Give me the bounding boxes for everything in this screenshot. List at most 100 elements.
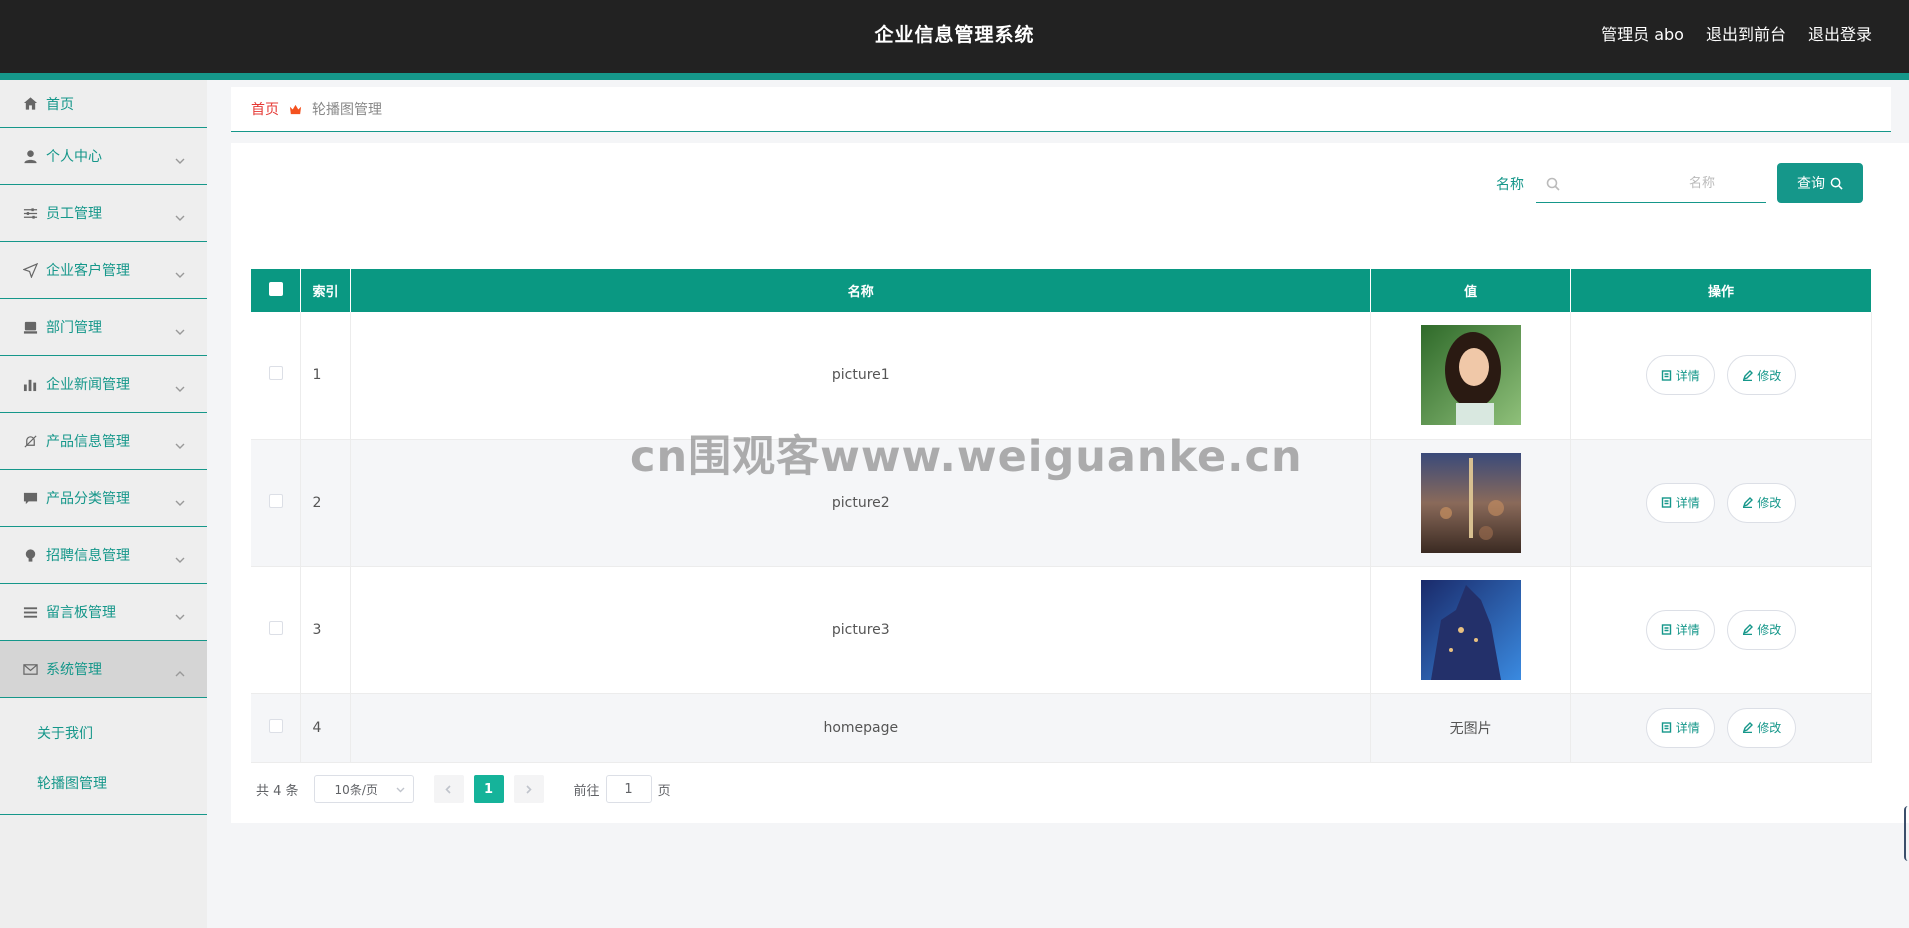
prev-page-button[interactable] <box>433 775 464 803</box>
row-index: 1 <box>300 312 352 440</box>
side-drawer-handle[interactable] <box>1904 806 1909 861</box>
sidebar-item-label: 招聘信息管理 <box>46 548 130 564</box>
carousel-image-thumbnail[interactable] <box>1420 325 1521 426</box>
back-to-frontend-link[interactable]: 退出到前台 <box>1706 21 1786 45</box>
row-actions-cell: 详情 修改 <box>1570 693 1872 763</box>
table-header-row: 索引 名称 值 操作 <box>251 269 1872 312</box>
pagination-total: 共 4 条 <box>256 783 299 799</box>
sidebar-item-recruitment[interactable]: 招聘信息管理 <box>0 527 207 584</box>
sidebar-item-news[interactable]: 企业新闻管理 <box>0 356 207 413</box>
logout-link[interactable]: 退出登录 <box>1808 21 1872 45</box>
edit-button[interactable]: 修改 <box>1727 482 1797 523</box>
chevron-down-icon <box>175 607 185 620</box>
edit-button-label: 修改 <box>1757 496 1782 510</box>
data-table: 索引 名称 值 操作 1 picture1 详情 修改 2 picture2 详… <box>251 269 1872 763</box>
row-index: 2 <box>300 439 352 567</box>
row-select-cell <box>251 693 302 763</box>
column-header-name: 名称 <box>350 269 1372 312</box>
crown-icon <box>289 103 302 116</box>
row-checkbox[interactable] <box>268 620 283 635</box>
row-select-cell <box>251 566 302 694</box>
edit-button[interactable]: 修改 <box>1727 355 1797 396</box>
detail-button-label: 详情 <box>1675 368 1700 383</box>
detail-button[interactable]: 详情 <box>1645 355 1715 396</box>
sidebar-item-message-board[interactable]: 留言板管理 <box>0 584 207 641</box>
document-icon <box>1661 497 1671 508</box>
document-icon <box>1661 624 1671 635</box>
sidebar-item-employee[interactable]: 员工管理 <box>0 185 207 242</box>
page-size-select[interactable]: 10条/页 <box>313 775 414 803</box>
chevron-down-icon <box>175 208 185 221</box>
sliders-icon <box>22 205 38 221</box>
row-value-cell <box>1370 312 1572 440</box>
detail-button-label: 详情 <box>1675 496 1700 510</box>
sidebar: 首页 个人中心 员工管理 企业客户管理 部门管理 企业新闻管理 产品信息管理 产… <box>0 80 207 928</box>
carousel-image-thumbnail[interactable] <box>1420 452 1521 553</box>
row-checkbox[interactable] <box>268 718 283 733</box>
sidebar-item-label: 个人中心 <box>46 149 102 165</box>
select-all-checkbox[interactable] <box>268 281 283 296</box>
sidebar-item-home[interactable]: 首页 <box>0 80 207 128</box>
carousel-image-thumbnail[interactable] <box>1420 579 1521 680</box>
edit-button-label: 修改 <box>1757 368 1782 383</box>
document-icon <box>1661 370 1671 381</box>
goto-page: 前往 页 <box>574 775 671 803</box>
row-actions-cell: 详情 修改 <box>1570 439 1872 567</box>
sidebar-item-products[interactable]: 产品信息管理 <box>0 413 207 470</box>
detail-button[interactable]: 详情 <box>1645 707 1715 748</box>
sidebar-item-system[interactable]: 系统管理 <box>0 641 207 698</box>
search-icon <box>1546 176 1560 191</box>
sidebar-item-personal-center[interactable]: 个人中心 <box>0 128 207 185</box>
system-submenu: 关于我们 轮播图管理 <box>0 698 207 815</box>
row-checkbox[interactable] <box>268 493 283 508</box>
row-value-cell <box>1370 566 1572 694</box>
detail-button[interactable]: 详情 <box>1645 609 1715 650</box>
detail-button-label: 详情 <box>1675 721 1700 735</box>
sidebar-item-label: 系统管理 <box>46 662 102 678</box>
chevron-down-icon <box>175 265 185 278</box>
goto-page-input[interactable] <box>605 775 652 803</box>
query-button[interactable]: 查询 <box>1777 163 1863 203</box>
table-row: 1 picture1 详情 修改 <box>251 312 1872 440</box>
row-name: picture3 <box>350 566 1372 694</box>
bell-off-icon <box>22 433 38 449</box>
edit-button[interactable]: 修改 <box>1727 707 1797 748</box>
admin-user-link[interactable]: 管理员 abo <box>1601 21 1684 45</box>
row-checkbox[interactable] <box>268 366 283 381</box>
next-page-button[interactable] <box>513 775 544 803</box>
chevron-down-icon <box>175 436 185 449</box>
sidebar-item-product-category[interactable]: 产品分类管理 <box>0 470 207 527</box>
row-actions-cell: 详情 修改 <box>1570 566 1872 694</box>
top-header: 企业信息管理系统 管理员 abo 退出到前台 退出登录 <box>0 0 1909 73</box>
sidebar-item-label: 产品分类管理 <box>46 491 130 507</box>
search-label: 名称 <box>1496 177 1524 193</box>
edit-button-label: 修改 <box>1757 623 1782 637</box>
page-number-current[interactable]: 1 <box>473 775 504 803</box>
search-input[interactable] <box>1560 175 1740 191</box>
table-row: 2 picture2 详情 修改 <box>251 439 1872 567</box>
chevron-down-icon <box>175 322 185 335</box>
sidebar-subitem-about[interactable]: 关于我们 <box>0 708 207 758</box>
pencil-icon <box>1743 722 1754 733</box>
row-name: picture2 <box>350 439 1372 567</box>
row-value-text: 无图片 <box>1370 693 1572 763</box>
sidebar-subitem-carousel[interactable]: 轮播图管理 <box>0 758 207 808</box>
chat-icon <box>22 490 38 506</box>
detail-button[interactable]: 详情 <box>1645 482 1715 523</box>
sidebar-item-department[interactable]: 部门管理 <box>0 299 207 356</box>
breadcrumb-current: 轮播图管理 <box>312 102 382 118</box>
search-icon <box>1830 177 1843 190</box>
edit-button[interactable]: 修改 <box>1727 609 1797 650</box>
row-index: 4 <box>300 693 352 763</box>
chevron-left-icon <box>445 784 451 794</box>
row-value-cell <box>1370 439 1572 567</box>
sidebar-item-label: 员工管理 <box>46 206 102 222</box>
sidebar-item-customers[interactable]: 企业客户管理 <box>0 242 207 299</box>
row-index: 3 <box>300 566 352 694</box>
send-icon <box>22 262 38 278</box>
list-icon <box>22 604 38 620</box>
sidebar-item-label: 首页 <box>46 96 74 113</box>
breadcrumb-home[interactable]: 首页 <box>251 99 279 119</box>
bar-chart-icon <box>22 376 38 392</box>
chevron-down-icon <box>175 550 185 563</box>
